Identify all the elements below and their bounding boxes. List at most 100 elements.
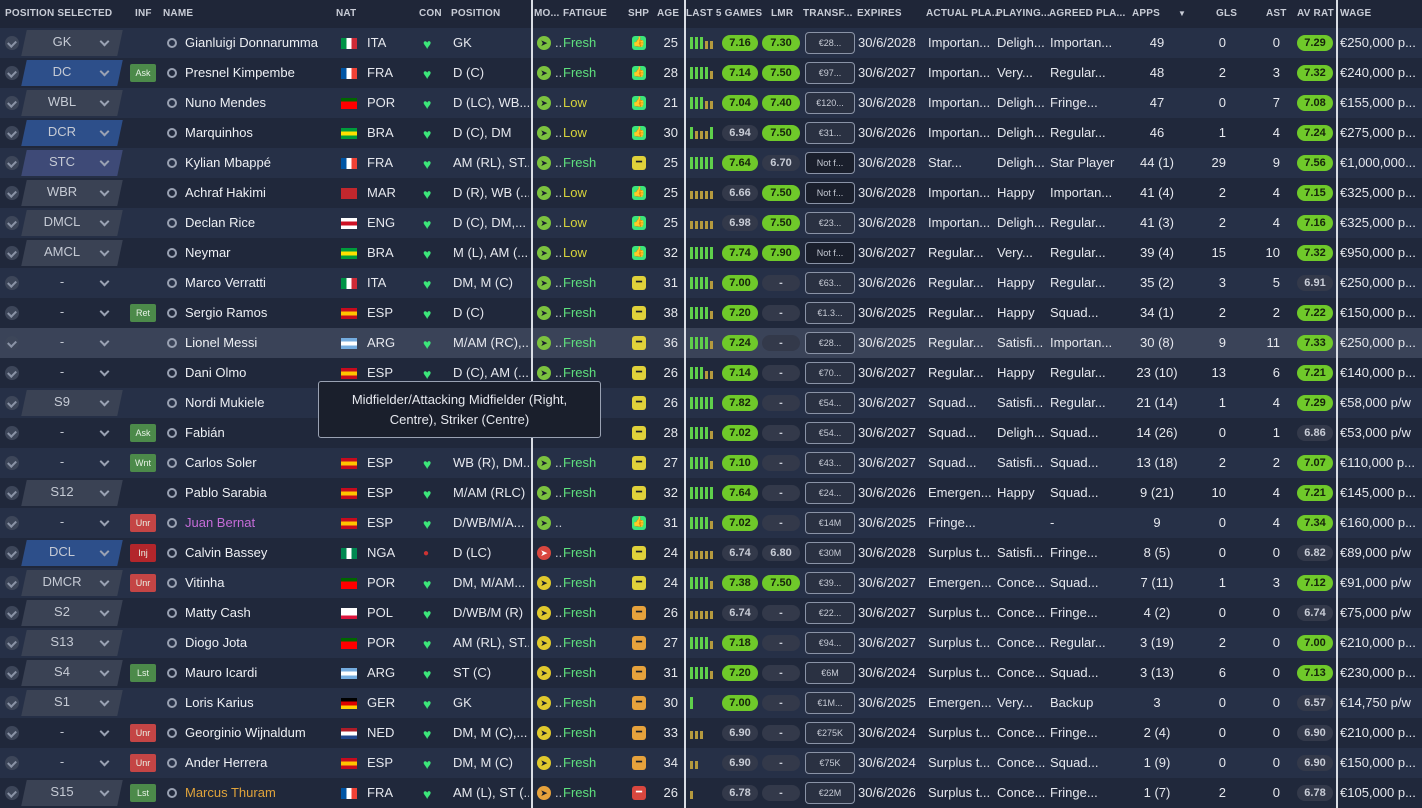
select-check-icon[interactable] bbox=[5, 516, 19, 530]
player-name-link[interactable]: Kylian Mbappé bbox=[185, 155, 333, 170]
column-header[interactable]: Playing... bbox=[996, 8, 1050, 19]
select-check-icon[interactable] bbox=[5, 666, 19, 680]
column-header[interactable]: Last 5 Games bbox=[686, 8, 762, 19]
table-row[interactable]: DCL Inj Calvin Bassey NGA ● D (LC) ➤.. Fresh ━ 24… bbox=[0, 538, 1422, 568]
select-check-icon[interactable] bbox=[5, 36, 19, 50]
select-check-icon[interactable] bbox=[5, 126, 19, 140]
table-row[interactable]: S13 Diogo Jota POR ♥ AM (RL), ST... ➤.. Fresh ━… bbox=[0, 628, 1422, 658]
player-name-link[interactable]: Matty Cash bbox=[185, 605, 333, 620]
player-name-link[interactable]: Mauro Icardi bbox=[185, 665, 333, 680]
player-name-link[interactable]: Nuno Mendes bbox=[185, 95, 333, 110]
column-header[interactable]: Position Selected bbox=[5, 8, 112, 19]
column-header[interactable]: Actual Pla... bbox=[926, 8, 1001, 19]
select-check-icon[interactable] bbox=[5, 756, 19, 770]
player-name-link[interactable]: Lionel Messi bbox=[185, 335, 333, 350]
select-check-icon[interactable] bbox=[5, 246, 19, 260]
select-check-icon[interactable] bbox=[5, 426, 19, 440]
column-header[interactable]: Mo... bbox=[534, 8, 559, 19]
column-header[interactable]: Av Rat bbox=[1297, 8, 1334, 19]
player-name-link[interactable]: Gianluigi Donnarumma bbox=[185, 35, 333, 50]
select-check-icon[interactable] bbox=[5, 606, 19, 620]
player-name-link[interactable]: Carlos Soler bbox=[185, 455, 333, 470]
select-check-icon[interactable] bbox=[5, 186, 19, 200]
table-row[interactable]: DMCL Declan Rice ENG ♥ D (C), DM,... ➤.. Low 👍 2… bbox=[0, 208, 1422, 238]
player-name-link[interactable]: Ander Herrera bbox=[185, 755, 333, 770]
player-name-link[interactable]: Sergio Ramos bbox=[185, 305, 333, 320]
column-header[interactable]: Gls bbox=[1216, 8, 1237, 19]
player-name-link[interactable]: Diogo Jota bbox=[185, 635, 333, 650]
player-name-link[interactable]: Presnel Kimpembe bbox=[185, 65, 333, 80]
column-header[interactable]: Inf bbox=[135, 8, 152, 19]
select-check-icon[interactable] bbox=[5, 276, 19, 290]
table-row[interactable]: - Unr Georginio Wijnaldum NED ♥ DM, M (C),...… bbox=[0, 718, 1422, 748]
select-check-icon[interactable] bbox=[5, 96, 19, 110]
column-header[interactable]: Shp bbox=[628, 8, 649, 19]
player-name-link[interactable]: Loris Karius bbox=[185, 695, 333, 710]
column-header[interactable]: Apps bbox=[1132, 8, 1160, 19]
select-check-icon[interactable] bbox=[5, 216, 19, 230]
select-check-icon[interactable] bbox=[5, 696, 19, 710]
table-row[interactable]: DCR Marquinhos BRA ♥ D (C), DM ➤.. Low 👍 30 6.94 7… bbox=[0, 118, 1422, 148]
table-row[interactable]: DC Ask Presnel Kimpembe FRA ♥ D (C) ➤.. Fresh 👍 2… bbox=[0, 58, 1422, 88]
player-name-link[interactable]: Calvin Bassey bbox=[185, 545, 333, 560]
select-check-icon[interactable] bbox=[5, 636, 19, 650]
player-name-link[interactable]: Achraf Hakimi bbox=[185, 185, 333, 200]
player-name-link[interactable]: Dani Olmo bbox=[185, 365, 333, 380]
column-header[interactable]: Wage bbox=[1340, 8, 1371, 19]
table-row[interactable]: DMCR Unr Vitinha POR ♥ DM, M/AM... ➤.. Fresh ━ 24… bbox=[0, 568, 1422, 598]
player-name-link[interactable]: Juan Bernat bbox=[185, 515, 333, 530]
column-header[interactable]: Age bbox=[657, 8, 679, 19]
select-check-icon[interactable] bbox=[5, 306, 19, 320]
column-header[interactable]: Expires bbox=[857, 8, 902, 19]
select-check-icon[interactable] bbox=[5, 156, 19, 170]
table-row[interactable]: S9 Nordi Mukiele ━ 26 7.82- €54... 30/6/2027 Sq… bbox=[0, 388, 1422, 418]
table-row[interactable]: - Dani Olmo ESP ♥ D (C), AM (... ➤.. Fresh ━ 26 7… bbox=[0, 358, 1422, 388]
select-check-icon[interactable] bbox=[5, 786, 19, 800]
table-row[interactable]: S4 Lst Mauro Icardi ARG ♥ ST (C) ➤.. Fresh ━ 31 7.… bbox=[0, 658, 1422, 688]
table-row[interactable]: - Lionel Messi ARG ♥ M/AM (RC),... ➤.. Fresh ━ 3… bbox=[0, 328, 1422, 358]
column-header[interactable]: Fatigue bbox=[563, 8, 607, 19]
select-check-icon[interactable] bbox=[5, 66, 19, 80]
player-name-link[interactable]: Fabián bbox=[185, 425, 333, 440]
table-row[interactable]: AMCL Neymar BRA ♥ M (L), AM (... ➤.. Low 👍 32 7.7… bbox=[0, 238, 1422, 268]
select-check-icon[interactable] bbox=[5, 456, 19, 470]
select-check-icon[interactable] bbox=[5, 336, 19, 350]
player-name-link[interactable]: Declan Rice bbox=[185, 215, 333, 230]
player-name-link[interactable]: Nordi Mukiele bbox=[185, 395, 333, 410]
column-header[interactable]: Ast bbox=[1266, 8, 1287, 19]
column-header[interactable]: Con bbox=[419, 8, 442, 19]
table-row[interactable]: - Ret Sergio Ramos ESP ♥ D (C) ➤.. Fresh ━ 38 7.20… bbox=[0, 298, 1422, 328]
select-check-icon[interactable] bbox=[5, 486, 19, 500]
table-row[interactable]: S1 Loris Karius GER ♥ GK ➤.. Fresh ━ 30 7.00- €1M.… bbox=[0, 688, 1422, 718]
table-row[interactable]: S12 Pablo Sarabia ESP ♥ M/AM (RLC) ➤.. Fresh ━ 3… bbox=[0, 478, 1422, 508]
table-row[interactable]: - Unr Ander Herrera ESP ♥ DM, M (C) ➤.. Fresh ━ 3… bbox=[0, 748, 1422, 778]
table-row[interactable]: WBR Achraf Hakimi MAR ♥ D (R), WB (... ➤.. Low… bbox=[0, 178, 1422, 208]
sort-desc-icon[interactable]: ▼ bbox=[1178, 9, 1186, 18]
column-header[interactable]: LMR bbox=[771, 8, 793, 19]
player-name-link[interactable]: Neymar bbox=[185, 245, 333, 260]
select-check-icon[interactable] bbox=[5, 396, 19, 410]
table-row[interactable]: S15 Lst Marcus Thuram FRA ♥ AM (L), ST (... ➤.… bbox=[0, 778, 1422, 808]
table-row[interactable]: - Unr Juan Bernat ESP ♥ D/WB/M/A... ➤.. 👍 31 7.02… bbox=[0, 508, 1422, 538]
select-check-icon[interactable] bbox=[5, 546, 19, 560]
table-row[interactable]: - Wnt Carlos Soler ESP ♥ WB (R), DM... ➤.. Fres… bbox=[0, 448, 1422, 478]
table-row[interactable]: - Marco Verratti ITA ♥ DM, M (C) ➤.. Fresh ━ 31 7… bbox=[0, 268, 1422, 298]
column-header[interactable]: Transf... bbox=[803, 8, 853, 19]
select-check-icon[interactable] bbox=[5, 726, 19, 740]
table-row[interactable]: S2 Matty Cash POL ♥ D/WB/M (R) ➤.. Fresh ━ 26 6.7… bbox=[0, 598, 1422, 628]
select-check-icon[interactable] bbox=[5, 576, 19, 590]
column-header[interactable]: Nat bbox=[336, 8, 356, 19]
player-name-link[interactable]: Marquinhos bbox=[185, 125, 333, 140]
table-row[interactable]: - Ask Fabián ━ 28 7.02- €54... 30/6/2027 Squad..… bbox=[0, 418, 1422, 448]
select-check-icon[interactable] bbox=[5, 366, 19, 380]
table-row[interactable]: WBL Nuno Mendes POR ♥ D (LC), WB... ➤.. Low 👍 21… bbox=[0, 88, 1422, 118]
column-header[interactable]: Agreed Pla... bbox=[1049, 8, 1126, 19]
player-name-link[interactable]: Marcus Thuram bbox=[185, 785, 333, 800]
table-row[interactable]: GK Gianluigi Donnarumma ITA ♥ GK ➤.. Fresh 👍 25 7… bbox=[0, 28, 1422, 58]
player-name-link[interactable]: Vitinha bbox=[185, 575, 333, 590]
player-name-link[interactable]: Pablo Sarabia bbox=[185, 485, 333, 500]
column-header[interactable]: Name bbox=[163, 8, 193, 19]
player-name-link[interactable]: Georginio Wijnaldum bbox=[185, 725, 333, 740]
column-header[interactable]: Position bbox=[451, 8, 500, 19]
player-name-link[interactable]: Marco Verratti bbox=[185, 275, 333, 290]
